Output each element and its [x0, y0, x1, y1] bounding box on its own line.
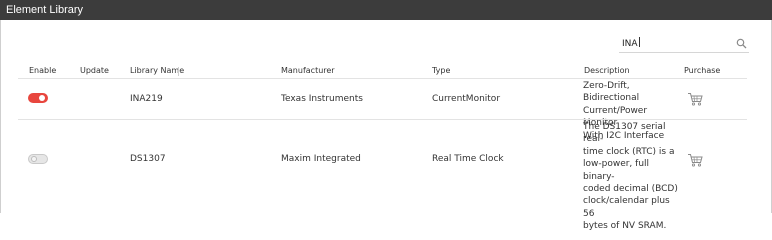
column-resize-handle[interactable] — [178, 67, 179, 76]
toggle-knob — [31, 156, 37, 162]
column-header-update[interactable]: Update — [80, 66, 109, 75]
toggle-knob — [39, 95, 45, 101]
description-cell: The DS1307 serial real- time clock (RTC)… — [583, 122, 678, 232]
window-title-bar: Element Library — [0, 0, 772, 20]
header-divider — [18, 78, 747, 79]
cart-icon[interactable] — [687, 153, 703, 167]
cart-icon[interactable] — [687, 92, 703, 106]
text-caret — [638, 37, 640, 47]
column-header-manufacturer[interactable]: Manufacturer — [281, 66, 335, 75]
library-name-cell: INA219 — [130, 94, 163, 104]
search-input[interactable]: INA — [622, 37, 640, 49]
search-icon[interactable] — [736, 38, 747, 49]
manufacturer-cell: Maxim Integrated — [281, 154, 361, 164]
search-field[interactable]: INA — [619, 36, 749, 53]
column-header-enable[interactable]: Enable — [29, 66, 56, 75]
enable-toggle[interactable] — [28, 93, 48, 103]
column-header-library-name[interactable]: Library Name — [130, 66, 184, 75]
manufacturer-cell: Texas Instruments — [281, 94, 363, 104]
type-cell: CurrentMonitor — [432, 94, 501, 104]
row-divider — [18, 119, 747, 120]
type-cell: Real Time Clock — [432, 154, 504, 164]
enable-toggle[interactable] — [28, 154, 48, 164]
column-header-description[interactable]: Description — [584, 66, 630, 75]
column-header-type[interactable]: Type — [432, 66, 450, 75]
window-title: Element Library — [6, 4, 84, 16]
column-header-purchase[interactable]: Purchase — [684, 66, 720, 75]
library-name-cell: DS1307 — [130, 154, 166, 164]
